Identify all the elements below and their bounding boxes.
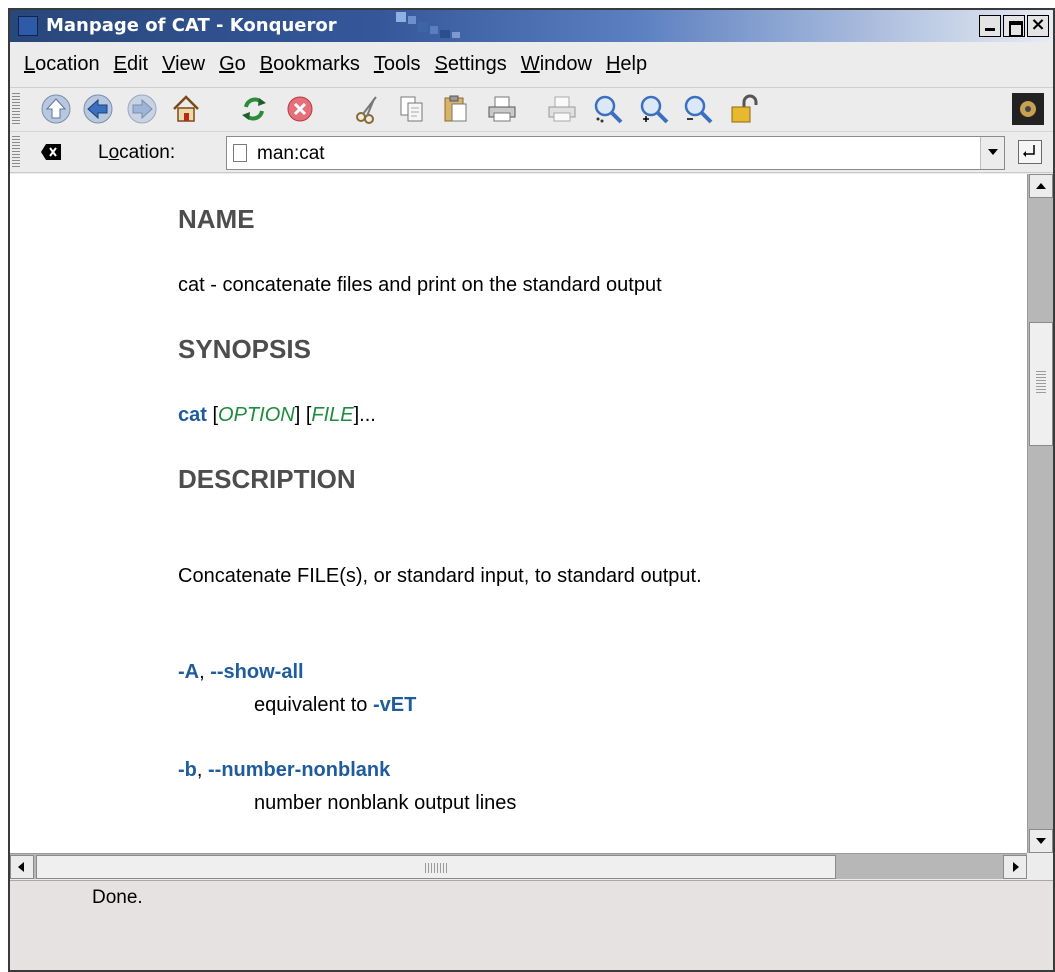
reload-icon[interactable] [238, 93, 270, 125]
maximize-button[interactable] [1003, 15, 1025, 37]
horizontal-scroll-thumb[interactable] [36, 855, 836, 879]
main-toolbar [10, 89, 1053, 131]
menu-go[interactable]: Go [219, 53, 246, 76]
throbber-icon [1012, 93, 1044, 125]
vertical-scrollbar[interactable] [1027, 174, 1053, 853]
menu-bookmarks[interactable]: Bookmarks [260, 53, 360, 76]
option-term: -A, --show-all [178, 661, 304, 683]
vertical-scroll-thumb[interactable] [1029, 322, 1053, 446]
menu-bar: Location Edit View Go Bookmarks Tools Se… [10, 42, 1053, 88]
go-button[interactable] [1018, 140, 1042, 164]
menu-tools[interactable]: Tools [374, 53, 421, 76]
document-icon [233, 144, 247, 162]
toolbar-area: Location: man:cat [10, 89, 1053, 173]
zoom-out-icon[interactable] [682, 93, 714, 125]
location-value: man:cat [257, 143, 325, 164]
location-input[interactable]: man:cat [226, 136, 1005, 170]
status-text: Done. [92, 887, 143, 908]
window-title: Manpage of CAT - Konqueror [46, 15, 337, 36]
scroll-down-button[interactable] [1029, 829, 1053, 853]
synopsis-option-arg: OPTION [218, 404, 295, 426]
location-toolbar: Location: man:cat [10, 131, 1053, 173]
forward-icon[interactable] [126, 93, 158, 125]
menu-settings[interactable]: Settings [435, 53, 507, 76]
menu-help[interactable]: Help [606, 53, 647, 76]
scroll-corner [1027, 853, 1053, 879]
close-button[interactable]: × [1027, 14, 1049, 37]
synopsis-file-arg: FILE [311, 404, 354, 426]
back-icon[interactable] [82, 93, 114, 125]
name-text: cat - concatenate files and print on the… [178, 274, 662, 296]
scroll-right-button[interactable] [1003, 855, 1027, 879]
konqueror-decoration-icon [396, 12, 460, 38]
name-heading: NAME [178, 204, 255, 234]
cut-icon[interactable] [352, 93, 384, 125]
title-bar[interactable]: Manpage of CAT - Konqueror × [10, 10, 1053, 42]
copy-icon[interactable] [396, 93, 428, 125]
horizontal-scrollbar[interactable] [10, 853, 1027, 879]
location-label: Location: [98, 142, 176, 163]
toolbar-handle[interactable] [12, 93, 20, 125]
synopsis-heading: SYNOPSIS [178, 334, 311, 364]
option-description: number nonblank output lines [254, 792, 517, 814]
location-dropdown-button[interactable] [980, 137, 1004, 169]
scroll-up-button[interactable] [1029, 174, 1053, 198]
minimize-button[interactable] [979, 15, 1001, 37]
paste-icon[interactable] [440, 93, 472, 125]
menu-location[interactable]: Location [24, 53, 100, 76]
print-icon[interactable] [486, 93, 518, 125]
status-bar: Done. [10, 880, 1053, 970]
close-icon: × [1030, 14, 1046, 35]
option-description: equivalent to -vET [254, 694, 417, 716]
scroll-left-button[interactable] [10, 855, 34, 879]
description-heading: DESCRIPTION [178, 464, 356, 494]
synopsis-command[interactable]: cat [178, 404, 207, 426]
menu-window[interactable]: Window [521, 53, 592, 76]
page-content: NAME cat - concatenate files and print o… [10, 174, 1027, 853]
find-icon[interactable] [592, 93, 624, 125]
window-app-icon[interactable] [18, 16, 38, 36]
security-lock-icon[interactable] [728, 93, 760, 125]
clear-location-icon[interactable] [40, 143, 62, 161]
location-toolbar-handle[interactable] [12, 136, 20, 168]
home-icon[interactable] [170, 93, 202, 125]
print-frame-icon[interactable] [546, 93, 578, 125]
synopsis-line: cat [OPTION] [FILE]... [178, 404, 376, 426]
menu-edit[interactable]: Edit [114, 53, 148, 76]
option-term: -b, --number-nonblank [178, 759, 391, 781]
konqueror-window: Manpage of CAT - Konqueror × Location Ed… [8, 8, 1055, 972]
go-icon [1023, 145, 1035, 157]
description-text: Concatenate FILE(s), or standard input, … [178, 565, 702, 587]
stop-icon[interactable] [284, 93, 316, 125]
zoom-in-icon[interactable] [638, 93, 670, 125]
up-icon[interactable] [40, 93, 72, 125]
menu-view[interactable]: View [162, 53, 205, 76]
